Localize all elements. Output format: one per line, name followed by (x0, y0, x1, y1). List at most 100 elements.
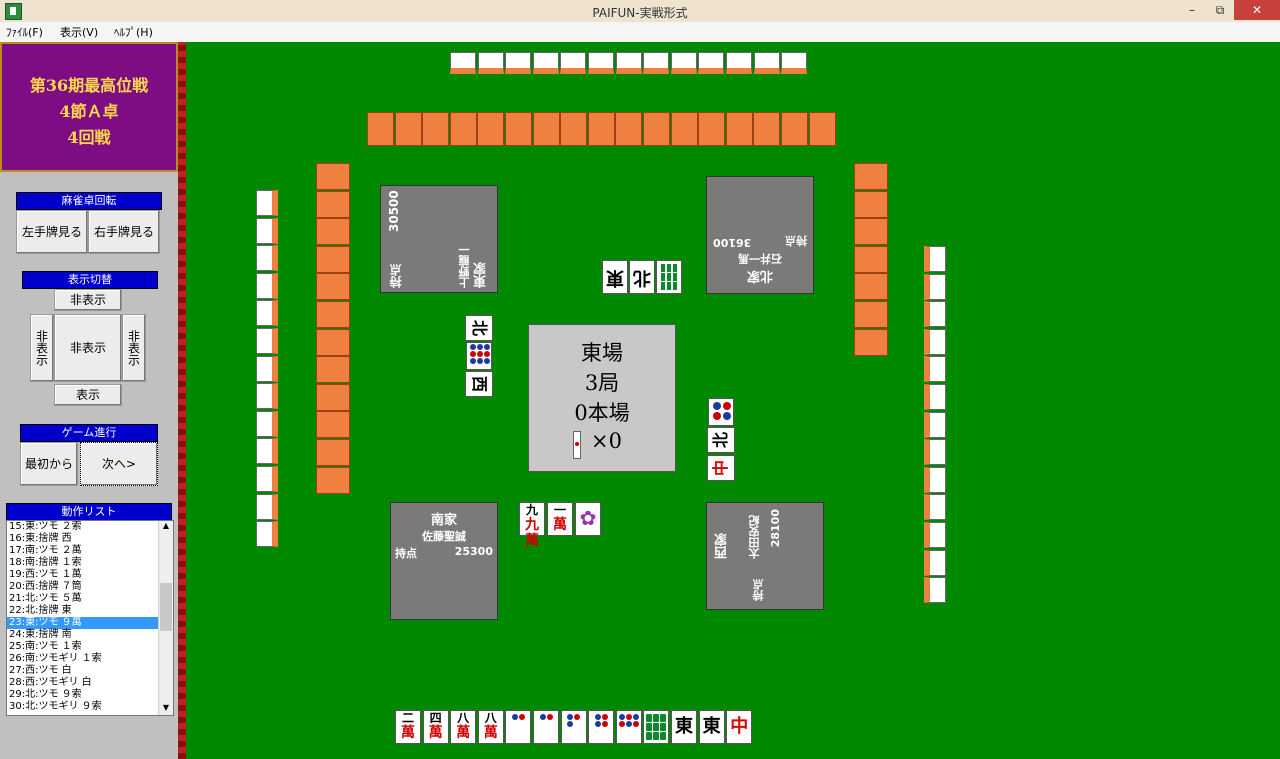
hand-tile[interactable]: 中 (726, 710, 753, 744)
hand-tile[interactable] (505, 710, 532, 744)
opponent-hand-tile (477, 52, 504, 74)
restore-button[interactable]: ⧉ (1206, 0, 1234, 20)
opponent-hand-tile (256, 217, 278, 244)
hand-tile[interactable] (588, 710, 615, 744)
wall-tile (316, 356, 350, 384)
hand-tile[interactable]: 四萬 (422, 710, 449, 744)
west-player-info: 西家 太田安紀 持点 28100 (706, 502, 824, 610)
view-right-hand-button[interactable]: 右手牌見る (88, 210, 160, 254)
hand-tile[interactable] (615, 710, 642, 744)
action-list-item[interactable]: 27:西:ツモ 白 (7, 665, 173, 677)
menu-help[interactable]: ﾍﾙﾌﾟ(H) (114, 24, 153, 40)
opponent-hand-tile (505, 52, 532, 74)
close-button[interactable]: ✕ (1234, 0, 1280, 20)
wall-tile (698, 112, 726, 146)
scroll-up-icon[interactable]: ▲ (159, 521, 173, 533)
wall-tile (854, 273, 888, 301)
south-discard-tile[interactable]: 九九萬 (519, 502, 545, 549)
hand-tile[interactable]: 二萬 (395, 710, 421, 744)
action-list-item[interactable]: 28:西:ツモギリ 白 (7, 677, 173, 689)
view-left-hand-button[interactable]: 左手牌見る (16, 210, 88, 254)
wall-tile (753, 112, 781, 146)
north-discard-tile[interactable]: 北 (629, 260, 655, 294)
hand-tile[interactable]: 八萬 (450, 710, 477, 744)
action-list-item[interactable]: 17:南:ツモ ２萬 (7, 545, 173, 557)
hand-tile[interactable] (533, 710, 559, 744)
first-button[interactable]: 最初から (20, 442, 78, 486)
wall-tile (854, 218, 888, 246)
opponent-hand-tile (924, 439, 946, 466)
minimize-button[interactable]: – (1178, 0, 1206, 20)
title-bar: PAIFUN-実戦形式 – ⧉ ✕ (0, 0, 1280, 23)
hand-tile[interactable] (560, 710, 587, 744)
west-discard-tile[interactable]: 中 (707, 455, 735, 481)
east-discard-tile[interactable]: 北 (465, 315, 493, 341)
opponent-hand-tile (256, 272, 278, 299)
toggle-right-button[interactable]: 非表示 (122, 314, 146, 382)
action-listbox[interactable]: 15:東:ツモ ２索 16:東:捨牌 西 17:南:ツモ ２萬 18:南:捨牌 １索 1… (6, 520, 174, 716)
north-discard-tile[interactable] (656, 260, 682, 294)
west-points-label: 持点 (752, 579, 765, 601)
south-seat: 南家 (430, 513, 457, 528)
action-list-item[interactable]: 24:東:捨牌 南 (7, 629, 173, 641)
opponent-hand-tile (532, 52, 559, 74)
menu-file[interactable]: ﾌｧｲﾙ(F) (6, 24, 43, 40)
action-list-item[interactable]: 30:北:ツモギリ ９索 (7, 701, 173, 713)
action-list-item[interactable]: 18:南:捨牌 １索 (7, 557, 173, 569)
south-discard-tile[interactable]: 一萬 (547, 502, 573, 536)
opponent-hand-tile (615, 52, 642, 74)
hand-tile[interactable]: 東 (698, 710, 725, 744)
action-list-item[interactable]: 23:東:ツモ ９萬 (7, 617, 173, 629)
action-list-title: 動作リスト (6, 503, 172, 521)
next-button[interactable]: 次へ> (80, 442, 158, 486)
opponent-hand-tile (450, 52, 476, 74)
toggle-left-button[interactable]: 非表示 (30, 314, 54, 382)
opponent-hand-tile (924, 328, 946, 355)
west-discard-tile[interactable]: 北 (707, 427, 735, 453)
action-list-scrollbar[interactable]: ▲ ▼ (158, 521, 173, 715)
action-list-item[interactable]: 20:西:捨牌 ７筒 (7, 581, 173, 593)
wall-tile (808, 112, 836, 146)
wall-tile (854, 163, 888, 190)
opponent-hand-tile (256, 355, 278, 382)
opponent-hand-tile (588, 52, 614, 74)
action-list-item[interactable]: 19:西:ツモ １萬 (7, 569, 173, 581)
window-title: PAIFUN-実戦形式 (592, 6, 688, 20)
round-wind: 東場 (581, 341, 623, 365)
hand-tile[interactable]: 東 (671, 710, 697, 744)
east-discard-tile[interactable]: 西 (465, 371, 493, 397)
toggle-top-button[interactable]: 非表示 (54, 289, 122, 311)
north-discard-tile[interactable]: 東 (602, 260, 628, 294)
action-list-item[interactable]: 15:東:ツモ ２索 (7, 521, 173, 533)
scroll-down-icon[interactable]: ▼ (159, 703, 173, 715)
opponent-hand-tile (698, 52, 725, 74)
action-list-item[interactable]: 25:南:ツモ １索 (7, 641, 173, 653)
south-discard-tile[interactable]: ✿ (575, 502, 601, 536)
display-toggle-title: 表示切替 (22, 271, 158, 289)
hand-tile[interactable]: 八萬 (477, 710, 504, 744)
wall-tile (316, 273, 350, 301)
east-discard-tile[interactable] (466, 342, 492, 370)
action-list-item[interactable]: 21:北:ツモ ５萬 (7, 593, 173, 605)
wall-tile (316, 383, 350, 411)
action-list-item[interactable]: 16:東:捨牌 西 (7, 533, 173, 545)
hand-tile[interactable] (643, 710, 670, 744)
west-discard-tile[interactable] (708, 398, 734, 426)
scroll-thumb[interactable] (160, 583, 172, 631)
action-list-item[interactable]: 26:南:ツモギリ １索 (7, 653, 173, 665)
south-player-name: 佐藤聖誠 (422, 530, 466, 543)
action-list-item[interactable]: 29:北:ツモ ９索 (7, 689, 173, 701)
toggle-center-button[interactable]: 非表示 (54, 314, 122, 382)
wall-tile (316, 466, 350, 494)
wall-tile (725, 112, 753, 146)
north-player-name: 石井一馬 (738, 252, 782, 265)
mahjong-table: 持点 上野龍一 東家 30500 北家 石井一馬 持点 36100 南家 佐藤聖… (186, 42, 1280, 759)
south-points: 25300 (454, 545, 493, 558)
action-list-item[interactable]: 22:北:捨牌 東 (7, 605, 173, 617)
east-player-name: 上野龍一 (458, 244, 471, 288)
opponent-hand-tile (781, 52, 808, 74)
opponent-hand-tile (256, 300, 278, 327)
toggle-bottom-button[interactable]: 表示 (54, 384, 122, 406)
rotation-group-title: 麻雀卓回転 (16, 192, 162, 210)
menu-view[interactable]: 表示(V) (60, 24, 98, 40)
